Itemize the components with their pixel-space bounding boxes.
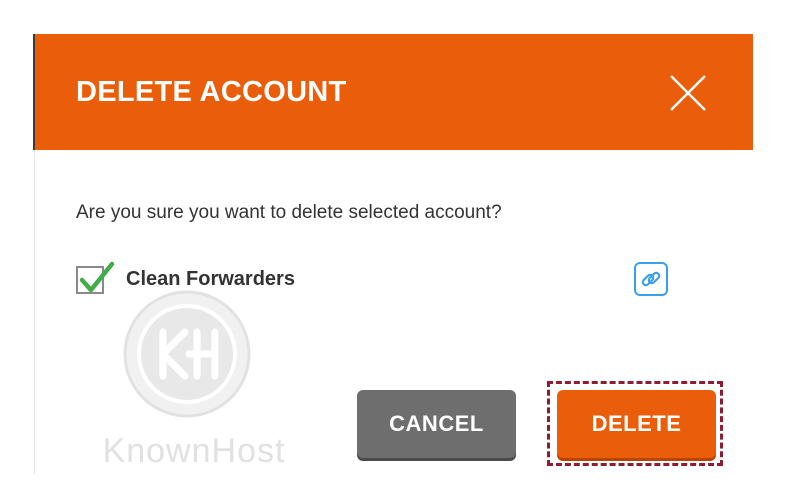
knownhost-watermark: KnownHost xyxy=(49,286,339,476)
close-icon xyxy=(670,75,706,111)
link-button[interactable] xyxy=(634,262,668,296)
knownhost-logo xyxy=(123,290,251,418)
cancel-button[interactable]: CANCEL xyxy=(357,390,516,458)
clean-forwarders-option: Clean Forwarders xyxy=(76,261,696,298)
dialog-header: DELETE ACCOUNT xyxy=(35,34,753,150)
delete-account-dialog: DELETE ACCOUNT Are you sure you want to … xyxy=(33,34,753,476)
checkmark-icon xyxy=(79,261,115,293)
close-button[interactable] xyxy=(667,72,709,114)
link-icon xyxy=(641,271,661,287)
clean-forwarders-label: Clean Forwarders xyxy=(126,268,295,290)
dialog-title: DELETE ACCOUNT xyxy=(76,76,347,108)
delete-button[interactable]: DELETE xyxy=(557,390,716,458)
watermark-text: KnownHost xyxy=(102,432,286,470)
clean-forwarders-checkbox[interactable] xyxy=(76,261,115,294)
confirmation-message: Are you sure you want to delete selected… xyxy=(76,202,502,223)
